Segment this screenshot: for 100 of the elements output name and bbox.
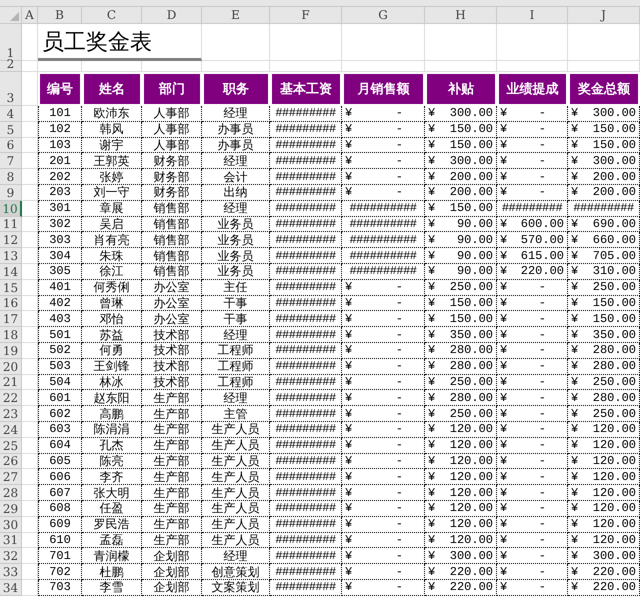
amount-value: 120.00	[450, 532, 493, 547]
amount-value: 600.00	[520, 216, 564, 231]
row-header[interactable]: 21	[0, 374, 22, 390]
currency-symbol: ¥	[500, 374, 508, 389]
currency-symbol: ¥	[500, 170, 508, 184]
row-header[interactable]: 17	[0, 311, 22, 328]
row-header[interactable]: 13	[0, 248, 22, 264]
department-name: 生产部	[154, 438, 190, 452]
employee-id: 603	[49, 422, 71, 436]
currency-symbol: ¥	[428, 170, 436, 184]
row-header[interactable]: 20	[0, 358, 22, 375]
currency-symbol: ¥	[428, 264, 436, 278]
row-header[interactable]: 32	[0, 548, 22, 564]
row-header[interactable]: 14	[0, 264, 22, 280]
employee-name: 任盈	[100, 501, 124, 516]
amount-value: 300.00	[450, 106, 493, 120]
row-header[interactable]: 23	[0, 406, 22, 422]
column-header[interactable]: J	[568, 7, 640, 24]
position-name: 经理	[224, 154, 248, 168]
amount-value: 690.00	[592, 216, 636, 231]
row-header[interactable]: 26	[0, 454, 22, 470]
amount-value: -	[538, 154, 547, 168]
overflow-hash: #########	[275, 564, 336, 578]
row-header[interactable]: 31	[0, 532, 22, 548]
column-header[interactable]: H	[425, 7, 497, 24]
row-header[interactable]: 12	[0, 232, 22, 248]
currency-symbol: ¥	[345, 532, 352, 547]
overflow-hash: #########	[275, 359, 336, 374]
position-name: 生产人员	[212, 501, 260, 516]
currency-symbol: ¥	[571, 170, 578, 184]
currency-symbol: ¥	[345, 296, 352, 310]
row-header[interactable]: 30	[0, 516, 22, 533]
column-header[interactable]: E	[202, 7, 270, 24]
column-header[interactable]: D	[142, 7, 202, 24]
department-name: 企划部	[154, 548, 190, 563]
row-header[interactable]: 4	[0, 106, 22, 122]
currency-symbol: ¥	[500, 232, 508, 247]
row-header[interactable]: 15	[0, 280, 22, 296]
column-header[interactable]: G	[342, 7, 425, 24]
amount-value: 280.00	[592, 359, 636, 374]
amount-value: 300.00	[592, 548, 636, 563]
amount-value: 120.00	[450, 438, 493, 452]
position-name: 生产人员	[212, 438, 260, 452]
amount-value: -	[396, 486, 404, 500]
amount-value: 250.00	[450, 406, 493, 421]
row-header[interactable]: 25	[0, 438, 22, 454]
overflow-hash: #########	[502, 201, 562, 216]
column-header[interactable]: B	[38, 7, 82, 24]
row-header[interactable]: 19	[0, 342, 22, 359]
row-header[interactable]: 27	[0, 469, 22, 486]
amount-value: 200.00	[450, 170, 493, 184]
select-all-icon[interactable]	[10, 12, 19, 21]
column-header[interactable]: F	[270, 7, 342, 24]
currency-symbol: ¥	[428, 517, 436, 532]
column-header[interactable]: A	[22, 7, 38, 24]
overflow-hash: #########	[275, 296, 336, 310]
department-name: 财务部	[154, 185, 190, 200]
amount-value: 120.00	[592, 517, 636, 532]
amount-value: 300.00	[450, 154, 493, 168]
row-header[interactable]: 3	[0, 72, 22, 106]
amount-value: -	[538, 438, 547, 452]
position-name: 生产人员	[212, 454, 260, 468]
employee-id: 304	[49, 248, 71, 263]
employee-name: 孟磊	[100, 532, 124, 547]
column-header[interactable]: C	[82, 7, 142, 24]
overflow-hash: #########	[275, 185, 336, 200]
row-header[interactable]: 11	[0, 216, 22, 232]
column-heading: 奖金总额	[568, 72, 640, 106]
currency-symbol: ¥	[571, 438, 578, 452]
employee-name: 王剑锋	[94, 359, 130, 374]
overflow-hash: #########	[275, 517, 336, 532]
row-header[interactable]: 29	[0, 500, 22, 517]
employee-name: 青润檬	[94, 548, 130, 563]
row-header[interactable]: 16	[0, 296, 22, 312]
amount-value: 150.00	[450, 138, 493, 152]
empty-cell	[425, 24, 497, 61]
amount-value: 200.00	[592, 185, 636, 200]
column-header[interactable]: I	[497, 7, 568, 24]
currency-symbol: ¥	[500, 106, 508, 120]
department-name: 销售部	[154, 248, 190, 263]
row-header[interactable]: 5	[0, 122, 22, 138]
row-header[interactable]: 24	[0, 422, 22, 438]
row-header[interactable]: 10	[0, 200, 22, 217]
employee-name: 杜鹏	[100, 564, 124, 578]
row-header[interactable]: 7	[0, 153, 22, 170]
amount-value: 280.00	[592, 390, 636, 405]
employee-name: 何勇	[100, 343, 124, 358]
row-header[interactable]: 33	[0, 564, 22, 580]
row-header[interactable]: 6	[0, 138, 22, 154]
row-header[interactable]: 18	[0, 327, 22, 343]
amount-value: 280.00	[450, 343, 493, 358]
row-header[interactable]: 22	[0, 390, 22, 406]
amount-value: 615.00	[520, 248, 564, 263]
row-header[interactable]: 9	[0, 184, 22, 201]
row-header[interactable]: 8	[0, 169, 22, 185]
row-header[interactable]: 2	[0, 61, 22, 72]
row-header[interactable]: 34	[0, 580, 22, 596]
currency-symbol: ¥	[428, 280, 436, 294]
row-header[interactable]: 28	[0, 485, 22, 501]
currency-symbol: ¥	[571, 422, 578, 436]
